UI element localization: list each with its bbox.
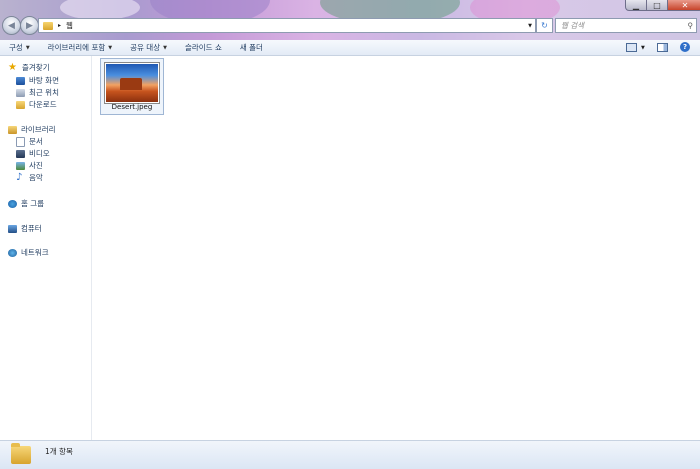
breadcrumb-current-folder[interactable]: 웹 (66, 20, 73, 31)
preview-pane-icon (657, 43, 668, 52)
share-with-menu[interactable]: 공유 대상 ▼ (130, 42, 167, 53)
sidebar-item-network[interactable]: 네트워크 (8, 247, 49, 258)
sidebar-item-downloads[interactable]: 다운로드 (16, 99, 57, 110)
desktop-icon (16, 76, 25, 85)
file-name: Desert.jpeg (111, 103, 153, 111)
details-pane: 1개 항목 (0, 440, 700, 469)
documents-icon (16, 136, 25, 147)
sidebar-item-libraries[interactable]: 라이브러리 (8, 124, 56, 135)
libraries-icon (8, 125, 17, 134)
sidebar-item-music[interactable]: ♪ 음악 (16, 172, 43, 183)
new-folder-button[interactable]: 새 폴더 (240, 42, 263, 53)
preview-pane-button[interactable] (657, 43, 668, 54)
recent-places-icon (16, 88, 25, 97)
desert-mesa-shape (120, 78, 142, 90)
forward-button[interactable]: ▶ (20, 16, 39, 35)
folder-icon (43, 21, 53, 30)
include-in-library-menu[interactable]: 라이브러리에 포함 ▼ (48, 42, 112, 53)
sidebar-item-desktop[interactable]: 바탕 화면 (16, 75, 59, 86)
help-icon: ? (682, 43, 688, 51)
dropdown-arrow-icon: ▼ (25, 44, 30, 51)
sidebar-item-computer[interactable]: 컴퓨터 (8, 223, 42, 234)
search-icon[interactable]: ⚲ (688, 21, 694, 30)
pictures-icon (16, 161, 25, 170)
homegroup-icon (8, 199, 17, 208)
dropdown-arrow-icon: ▼ (163, 44, 167, 51)
sidebar-item-pictures[interactable]: 사진 (16, 160, 43, 171)
file-list-pane[interactable]: Desert.jpeg (92, 56, 700, 440)
sidebar-item-videos[interactable]: 비디오 (16, 148, 50, 159)
network-icon (8, 248, 17, 257)
forward-arrow-icon: ▶ (26, 20, 33, 31)
minimize-button[interactable]: ▁ (625, 0, 647, 11)
back-arrow-icon: ◀ (8, 20, 15, 31)
path-separator-icon[interactable]: ▸ (58, 22, 61, 29)
sidebar-item-recent-places[interactable]: 최근 위치 (16, 87, 59, 98)
star-icon: ★ (8, 61, 17, 73)
maximize-button[interactable]: □ (646, 0, 668, 11)
sidebar-item-documents[interactable]: 문서 (16, 136, 43, 147)
refresh-button[interactable]: ↻ (536, 18, 553, 33)
dropdown-arrow-icon: ▼ (108, 44, 113, 51)
address-dropdown-icon[interactable]: ▼ (528, 23, 532, 29)
title-bar: ▁ □ ✕ ◀ ▶ ▸ 웹 ▼ ↻ 웹 검색 ⚲ (0, 0, 700, 40)
navigation-pane: ★ 즐겨찾기 바탕 화면 최근 위치 다운로드 라이브러리 문서 비디오 사진 … (0, 56, 92, 440)
videos-icon (16, 149, 25, 158)
slideshow-button[interactable]: 슬라이드 쇼 (185, 42, 222, 53)
file-item[interactable]: Desert.jpeg (100, 58, 164, 115)
dropdown-arrow-icon: ▼ (641, 44, 645, 51)
back-button[interactable]: ◀ (2, 16, 21, 35)
item-count: 1개 항목 (45, 447, 73, 456)
view-icon (626, 43, 637, 52)
image-thumbnail (105, 63, 159, 103)
organize-menu[interactable]: 구성 ▼ (9, 42, 30, 53)
sidebar-item-homegroup[interactable]: 홈 그룹 (8, 198, 44, 209)
music-icon: ♪ (16, 171, 23, 183)
sidebar-item-favorites[interactable]: ★ 즐겨찾기 (8, 62, 50, 73)
search-box[interactable]: 웹 검색 ⚲ (555, 18, 697, 33)
command-bar: 구성 ▼ 라이브러리에 포함 ▼ 공유 대상 ▼ 슬라이드 쇼 새 폴더 ▼ ? (0, 40, 700, 56)
search-input[interactable]: 웹 검색 (561, 20, 584, 31)
folder-icon (11, 443, 31, 464)
refresh-icon: ↻ (541, 21, 548, 30)
address-bar[interactable]: ▸ 웹 ▼ (38, 18, 536, 33)
help-button[interactable]: ? (680, 42, 690, 52)
view-options-button[interactable]: ▼ (626, 43, 645, 52)
close-button[interactable]: ✕ (667, 0, 700, 11)
downloads-icon (16, 100, 25, 109)
computer-icon (8, 224, 17, 233)
